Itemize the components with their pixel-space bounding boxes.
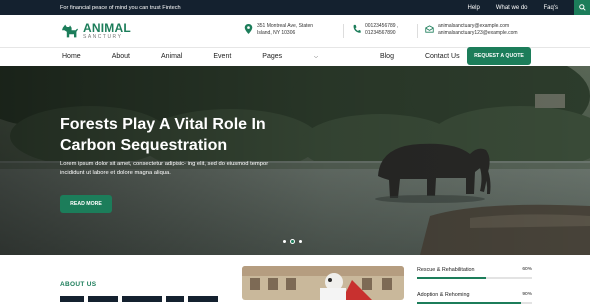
logo-subtitle: SANCTURY <box>83 34 123 40</box>
hero-banner: Forests Play A Vital Role In Carbon Sequ… <box>0 66 590 255</box>
slider-dot-3[interactable] <box>299 240 302 243</box>
stat-label: Rescue & Rehabilitation <box>417 267 475 273</box>
chevron-down-icon: ⌵ <box>314 54 318 60</box>
divider <box>417 24 418 38</box>
stat-value: 90% <box>522 292 532 297</box>
request-quote-button[interactable]: REQUEST A QUOTE <box>467 47 531 65</box>
map-pin-icon <box>244 24 253 34</box>
address-line-2: Island, NY 10306 <box>257 30 296 36</box>
about-image <box>242 266 404 300</box>
nav-home[interactable]: Home <box>62 53 81 60</box>
nav-pages[interactable]: Pages ⌵ <box>262 53 349 60</box>
divider <box>343 24 344 38</box>
slider-dot-2[interactable] <box>290 239 295 244</box>
stat-label: Adoption & Rehoming <box>417 292 470 298</box>
nav-contact[interactable]: Contact Us <box>425 53 460 60</box>
read-more-button[interactable]: READ MORE <box>60 195 112 213</box>
phone-icon <box>353 24 361 33</box>
stat-adoption: Adoption & Rehoming 90% <box>417 292 532 304</box>
about-photo <box>242 266 404 300</box>
hero-description: Lorem ipsum dolor sit amet, consectetur … <box>60 161 269 176</box>
about-heading-cropped <box>60 296 218 302</box>
email-icon <box>425 25 434 33</box>
nav-pages-label: Pages <box>262 53 283 60</box>
address-line-1: 351 Montreal Ave, Staten <box>257 23 314 29</box>
about-label: ABOUT US <box>60 281 97 288</box>
nav-blog[interactable]: Blog <box>380 53 394 60</box>
top-bar: For financial peace of mind you can trus… <box>0 0 590 15</box>
dog-icon <box>62 24 78 38</box>
search-icon <box>578 4 586 11</box>
email-info: animalsanctuary@example.com animalsanctu… <box>425 23 518 37</box>
nav-event[interactable]: Event <box>213 53 231 60</box>
search-button[interactable] <box>574 0 590 15</box>
phone-1[interactable]: 00123456789 , <box>365 23 398 30</box>
phone-2[interactable]: 01234567890 <box>365 30 398 37</box>
stat-rescue: Rescue & Rehabilitation 60% <box>417 267 532 279</box>
topbar-link-help[interactable]: Help <box>467 5 479 11</box>
progress-track <box>417 277 532 279</box>
phone-info: 00123456789 , 01234567890 <box>352 23 398 37</box>
topbar-link-faqs[interactable]: Faq's <box>544 5 558 11</box>
nav-about[interactable]: About <box>112 53 130 60</box>
topbar-links: Help What we do Faq's <box>467 0 590 15</box>
email-1[interactable]: animalsanctuary@example.com <box>438 23 518 30</box>
address-info: 351 Montreal Ave, Staten Island, NY 1030… <box>244 23 313 37</box>
logo-title: ANIMAL <box>83 21 131 35</box>
topbar-tagline: For financial peace of mind you can trus… <box>60 4 181 11</box>
hero-content: Forests Play A Vital Role In Carbon Sequ… <box>60 114 320 213</box>
progress-fill <box>417 277 486 279</box>
logo[interactable]: ANIMAL SANCTURY <box>60 22 131 40</box>
hero-title: Forests Play A Vital Role In Carbon Sequ… <box>60 116 266 154</box>
slider-dot-1[interactable] <box>283 240 286 243</box>
site-header: ANIMAL SANCTURY 351 Montreal Ave, Staten… <box>0 15 590 47</box>
slider-dots <box>283 239 306 244</box>
email-2[interactable]: animalsanctuary123@example.com <box>438 30 518 37</box>
nav-animal[interactable]: Animal <box>161 53 182 60</box>
topbar-link-what-we-do[interactable]: What we do <box>496 5 528 11</box>
stat-value: 60% <box>522 267 532 272</box>
